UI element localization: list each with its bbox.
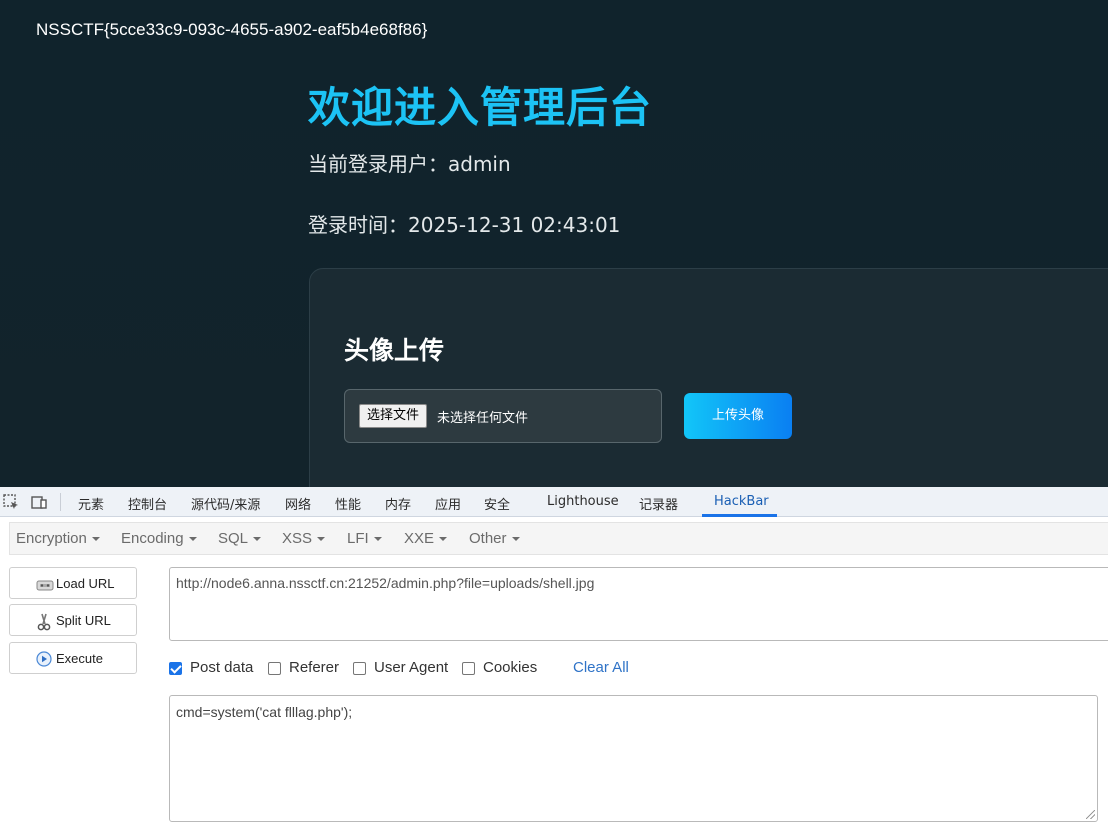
- active-tab-indicator: [702, 514, 777, 517]
- tab-security[interactable]: 安全: [484, 494, 510, 513]
- tab-elements[interactable]: 元素: [78, 494, 104, 513]
- load-url-label: Load URL: [56, 576, 115, 591]
- login-time-text: 登录时间：2025-12-31 02:43:01: [308, 213, 621, 237]
- caret-down-icon: [91, 537, 100, 542]
- page-title: 欢迎进入管理后台: [308, 83, 653, 132]
- menu-xss[interactable]: XSS: [282, 530, 326, 547]
- caret-down-icon: [439, 537, 448, 542]
- menu-sql-label: SQL: [218, 530, 249, 547]
- menu-encryption-label: Encryption: [16, 530, 87, 547]
- user-agent-label: User Agent: [374, 659, 449, 676]
- tab-sources[interactable]: 源代码/来源: [191, 494, 260, 513]
- post-data-label: Post data: [190, 659, 254, 676]
- post-data-checkbox[interactable]: [169, 662, 182, 675]
- inspect-element-icon[interactable]: [2, 493, 20, 511]
- caret-down-icon: [373, 537, 382, 542]
- menu-lfi[interactable]: LFI: [347, 530, 382, 547]
- referer-checkbox[interactable]: [268, 662, 281, 675]
- menu-lfi-label: LFI: [347, 530, 369, 547]
- cookies-checkbox[interactable]: [462, 662, 475, 675]
- post-data-text: cmd=system('cat flllag.php');: [176, 704, 353, 720]
- choose-file-button[interactable]: 选择文件: [359, 404, 428, 428]
- menu-xss-label: XSS: [282, 530, 313, 547]
- admin-page: NSSCTF{5cce33c9-093c-4655-a902-eaf5b4e68…: [0, 0, 1108, 487]
- menu-other[interactable]: Other: [469, 530, 520, 547]
- menu-sql[interactable]: SQL: [218, 530, 262, 547]
- menu-encoding[interactable]: Encoding: [121, 530, 197, 547]
- tab-application[interactable]: 应用: [435, 494, 461, 513]
- tab-memory[interactable]: 内存: [385, 494, 411, 513]
- tab-network[interactable]: 网络: [285, 494, 311, 513]
- upload-title: 头像上传: [344, 336, 445, 365]
- resize-handle-icon[interactable]: [1086, 810, 1095, 819]
- tab-performance[interactable]: 性能: [335, 494, 361, 513]
- tab-hackbar[interactable]: HackBar: [714, 494, 769, 509]
- load-url-button[interactable]: Load URL: [9, 567, 137, 599]
- post-data-input[interactable]: cmd=system('cat flllag.php');: [169, 695, 1098, 822]
- clear-all-link[interactable]: Clear All: [573, 659, 629, 676]
- cookies-label: Cookies: [483, 659, 538, 676]
- menu-encryption[interactable]: Encryption: [16, 530, 100, 547]
- no-file-text: 未选择任何文件: [437, 411, 529, 426]
- devtools-panel: 元素 控制台 源代码/来源 网络 性能 内存 应用 安全 Lighthouse …: [0, 487, 1108, 827]
- menu-other-label: Other: [469, 530, 507, 547]
- device-toolbar-icon[interactable]: [30, 493, 48, 511]
- tab-console[interactable]: 控制台: [128, 494, 167, 513]
- tab-separator: [60, 493, 61, 511]
- play-icon: [36, 651, 52, 667]
- user-agent-checkbox[interactable]: [353, 662, 366, 675]
- execute-button[interactable]: Execute: [9, 642, 137, 674]
- split-url-button[interactable]: Split URL: [9, 604, 137, 636]
- flag-text: NSSCTF{5cce33c9-093c-4655-a902-eaf5b4e68…: [36, 20, 428, 39]
- current-user-text: 当前登录用户：admin: [308, 152, 511, 176]
- execute-label: Execute: [56, 651, 103, 666]
- upload-avatar-button[interactable]: 上传头像: [684, 393, 792, 439]
- hackbar-menu: Encryption Encoding SQL XSS LFI XXE Othe…: [9, 522, 1108, 555]
- split-url-label: Split URL: [56, 613, 111, 628]
- caret-down-icon: [511, 537, 520, 542]
- devtools-tab-bar: 元素 控制台 源代码/来源 网络 性能 内存 应用 安全 Lighthouse …: [0, 487, 1108, 517]
- tab-lighthouse[interactable]: Lighthouse: [547, 494, 619, 509]
- scissors-icon: [36, 613, 52, 631]
- avatar-upload-card: 头像上传 选择文件 未选择任何文件 上传头像: [309, 268, 1108, 487]
- url-input[interactable]: http://node6.anna.nssctf.cn:21252/admin.…: [169, 567, 1108, 641]
- tab-recorder[interactable]: 记录器: [639, 494, 678, 513]
- menu-encoding-label: Encoding: [121, 530, 184, 547]
- referer-label: Referer: [289, 659, 340, 676]
- caret-down-icon: [188, 537, 197, 542]
- load-url-icon: [36, 576, 54, 592]
- caret-down-icon: [317, 537, 326, 542]
- menu-xxe-label: XXE: [404, 530, 435, 547]
- caret-down-icon: [253, 537, 262, 542]
- file-input[interactable]: 选择文件 未选择任何文件: [344, 389, 662, 443]
- menu-xxe[interactable]: XXE: [404, 530, 448, 547]
